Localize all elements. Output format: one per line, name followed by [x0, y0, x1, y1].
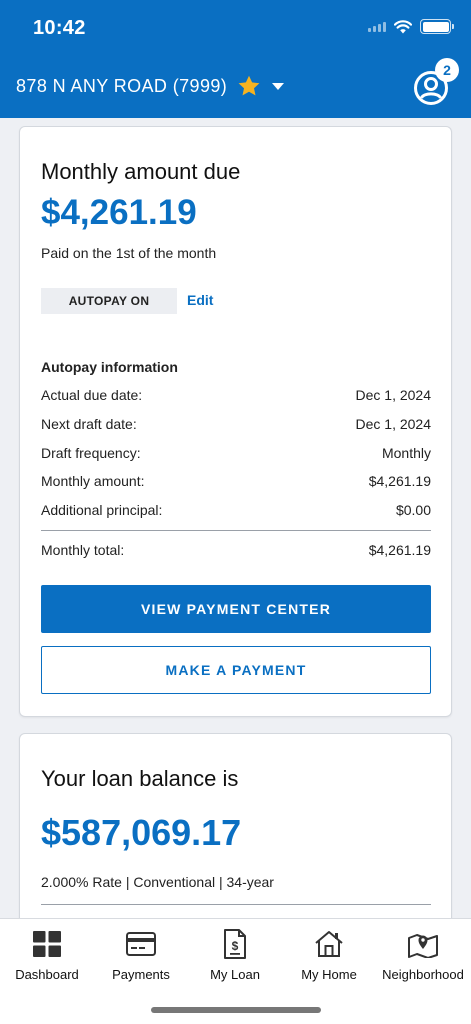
tab-payments[interactable]: Payments — [94, 929, 188, 982]
status-time: 10:42 — [33, 17, 86, 39]
credit-card-icon — [126, 932, 156, 956]
tab-neighborhood[interactable]: Neighborhood — [376, 929, 470, 982]
dashboard-grid-icon — [33, 931, 61, 957]
tab-dashboard[interactable]: Dashboard — [0, 929, 94, 982]
loan-divider — [41, 904, 431, 905]
property-address: 878 N ANY ROAD (7999) — [16, 76, 228, 96]
row-label: Draft frequency: — [41, 445, 141, 461]
profile-button[interactable]: 2 — [413, 58, 459, 106]
row-value: $4,261.19 — [368, 473, 431, 489]
tab-label: Payments — [112, 967, 170, 982]
row-label: Actual due date: — [41, 387, 143, 403]
cellular-signal-icon — [368, 21, 386, 32]
monthly-due-amount: $4,261.19 — [41, 193, 197, 232]
autopay-status-badge: AUTOPAY ON — [41, 288, 177, 314]
row-label: Additional principal: — [41, 502, 163, 518]
row-label: Monthly amount: — [41, 473, 145, 489]
row-value: $0.00 — [395, 502, 431, 518]
loan-balance-amount: $587,069.17 — [41, 812, 242, 853]
paid-on-text: Paid on the 1st of the month — [41, 245, 217, 261]
battery-icon — [420, 19, 454, 34]
autopay-row-due-date: Actual due date: Dec 1, 2024 — [41, 387, 431, 403]
tab-label: Dashboard — [15, 967, 79, 982]
svg-text:$: $ — [232, 939, 239, 953]
autopay-row-draft-date: Next draft date: Dec 1, 2024 — [41, 416, 431, 432]
loan-details-text: 2.000% Rate | Conventional | 34-year — [41, 874, 274, 890]
notification-badge: 2 — [435, 58, 459, 82]
row-value: Dec 1, 2024 — [355, 416, 432, 432]
tab-label: Neighborhood — [382, 967, 464, 982]
make-payment-button[interactable]: MAKE A PAYMENT — [41, 646, 431, 694]
autopay-row-total: Monthly total: $4,261.19 — [41, 542, 431, 558]
tab-my-loan[interactable]: $ My Loan — [188, 929, 282, 982]
status-icons — [368, 19, 454, 34]
loan-balance-title: Your loan balance is — [41, 766, 239, 791]
chevron-down-icon[interactable] — [271, 82, 285, 91]
house-icon — [315, 931, 343, 957]
autopay-row-additional-principal: Additional principal: $0.00 — [41, 502, 431, 518]
row-value: $4,261.19 — [368, 542, 431, 558]
autopay-row-frequency: Draft frequency: Monthly — [41, 445, 431, 461]
tab-label: My Home — [301, 967, 357, 982]
tab-label: My Loan — [210, 967, 260, 982]
edit-autopay-link[interactable]: Edit — [187, 292, 213, 308]
app-header: 10:42 878 N ANY ROAD (7999) 2 — [0, 0, 471, 118]
map-pin-icon — [408, 934, 438, 958]
row-label: Next draft date: — [41, 416, 137, 432]
tab-my-home[interactable]: My Home — [282, 929, 376, 982]
loan-document-icon: $ — [224, 929, 246, 959]
autopay-info-heading: Autopay information — [41, 359, 178, 375]
row-value: Monthly — [381, 445, 431, 461]
wifi-icon — [394, 19, 412, 33]
monthly-due-title: Monthly amount due — [41, 159, 241, 184]
view-payment-center-button[interactable]: VIEW PAYMENT CENTER — [41, 585, 431, 633]
total-divider — [41, 530, 431, 531]
home-indicator — [151, 1007, 321, 1013]
row-value: Dec 1, 2024 — [355, 387, 432, 403]
favorite-star-icon[interactable] — [237, 75, 261, 98]
monthly-payment-card: Monthly amount due $4,261.19 Paid on the… — [19, 126, 452, 717]
autopay-row-monthly-amount: Monthly amount: $4,261.19 — [41, 473, 431, 489]
property-selector[interactable]: 878 N ANY ROAD (7999) — [16, 75, 285, 98]
row-label: Monthly total: — [41, 542, 125, 558]
